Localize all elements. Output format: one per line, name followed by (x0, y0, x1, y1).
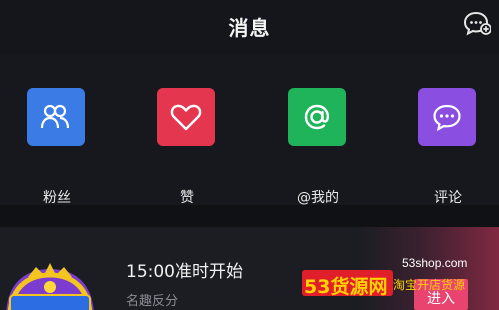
top-bar: 消息 (0, 0, 499, 55)
watermark-tagline: 淘宝开店货源 (393, 278, 466, 292)
heart-icon (157, 88, 215, 146)
item-subtitle: 名趣反分 (126, 294, 179, 309)
tile-label: 粉丝 (43, 190, 71, 206)
shortcut-grid: 粉丝 赞 @我的 评论 (0, 55, 499, 206)
tile-comments[interactable]: 评论 (418, 88, 478, 206)
page-title: 消息 (228, 16, 271, 40)
live-badge-icon (0, 247, 100, 310)
section-divider (0, 205, 499, 227)
tile-label: 赞 (180, 190, 194, 206)
tile-likes[interactable]: 赞 (157, 88, 217, 206)
at-icon (288, 88, 346, 146)
watermark-brand: 53货源网 (304, 276, 388, 298)
comment-icon (418, 88, 476, 146)
tile-mentions[interactable]: @我的 (288, 88, 348, 206)
tile-label: 评论 (434, 190, 462, 206)
item-title: 15:00准时开始 (126, 262, 243, 282)
watermark-url: 53shop.com (402, 256, 468, 270)
fans-icon (27, 88, 85, 146)
tile-label: @我的 (297, 190, 339, 206)
chat-plus-icon[interactable] (463, 10, 492, 36)
tile-fans[interactable]: 粉丝 (27, 88, 87, 206)
